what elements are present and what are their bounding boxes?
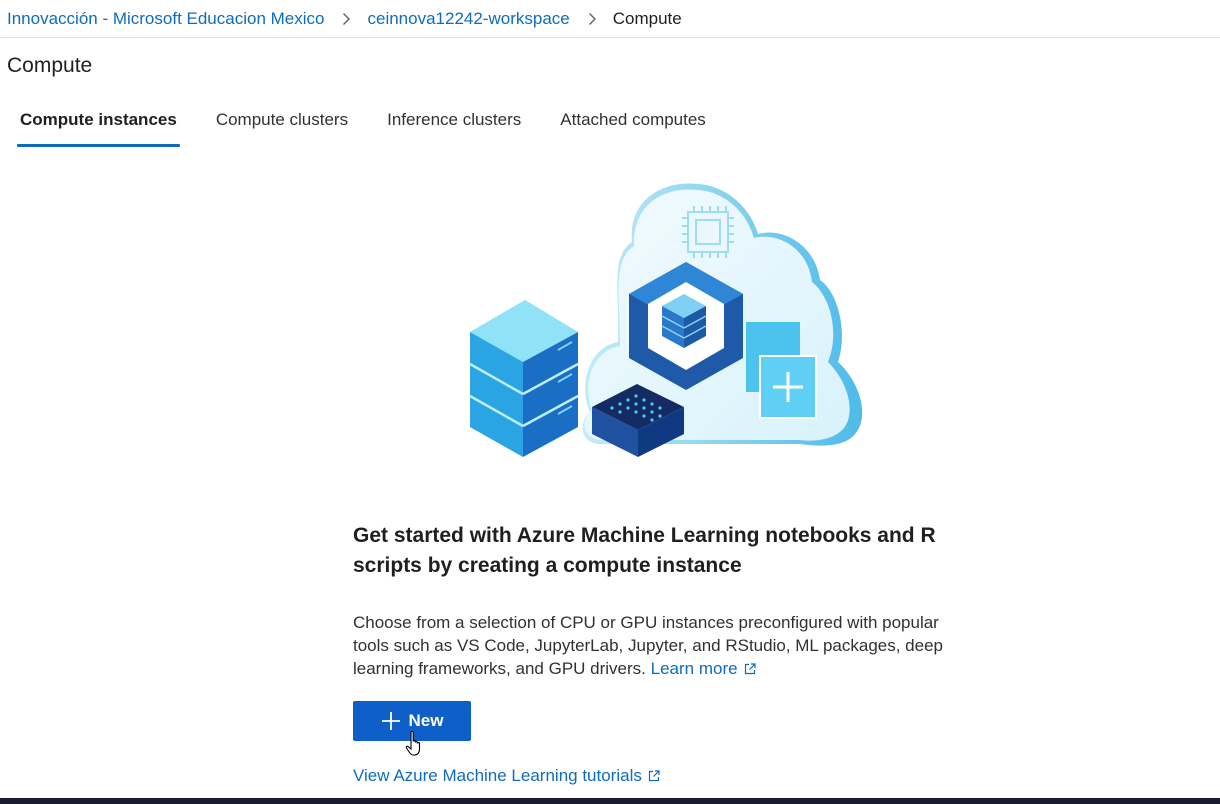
learn-more-label: Learn more	[650, 659, 738, 678]
tab-compute-instances[interactable]: Compute instances	[17, 108, 180, 147]
empty-state-headline: Get started with Azure Machine Learning …	[353, 524, 936, 577]
description-text: Choose from a selection of CPU or GPU in…	[353, 613, 944, 678]
hand-cursor-icon	[405, 730, 421, 756]
compute-tabs: Compute instances Compute clusters Infer…	[17, 108, 742, 148]
plus-icon	[381, 711, 401, 731]
empty-state-description: Choose from a selection of CPU or GPU in…	[353, 611, 963, 681]
external-link-icon	[648, 767, 660, 787]
page-title: Compute	[7, 54, 93, 77]
learn-more-link[interactable]: Learn more	[651, 659, 756, 678]
compute-cloud-illustration	[469, 183, 863, 457]
chevron-right-icon	[588, 12, 597, 26]
breadcrumb-org-link[interactable]: Innovacción - Microsoft Educacion Mexico	[7, 9, 324, 29]
new-button-label: New	[408, 711, 444, 730]
chevron-right-icon	[342, 12, 351, 26]
external-link-icon	[744, 658, 756, 681]
breadcrumb-workspace-link[interactable]: ceinnova12242-workspace	[367, 9, 569, 29]
taskbar-edge	[0, 798, 1220, 804]
tab-inference-clusters[interactable]: Inference clusters	[384, 108, 524, 146]
breadcrumb-current: Compute	[612, 8, 682, 28]
tutorials-link-label: View Azure Machine Learning tutorials	[353, 766, 642, 785]
breadcrumb: Innovacción - Microsoft Educacion Mexico…	[0, 0, 1220, 38]
tab-compute-clusters[interactable]: Compute clusters	[213, 108, 351, 146]
view-tutorials-link[interactable]: View Azure Machine Learning tutorials	[353, 766, 660, 787]
tab-attached-computes[interactable]: Attached computes	[557, 108, 709, 146]
